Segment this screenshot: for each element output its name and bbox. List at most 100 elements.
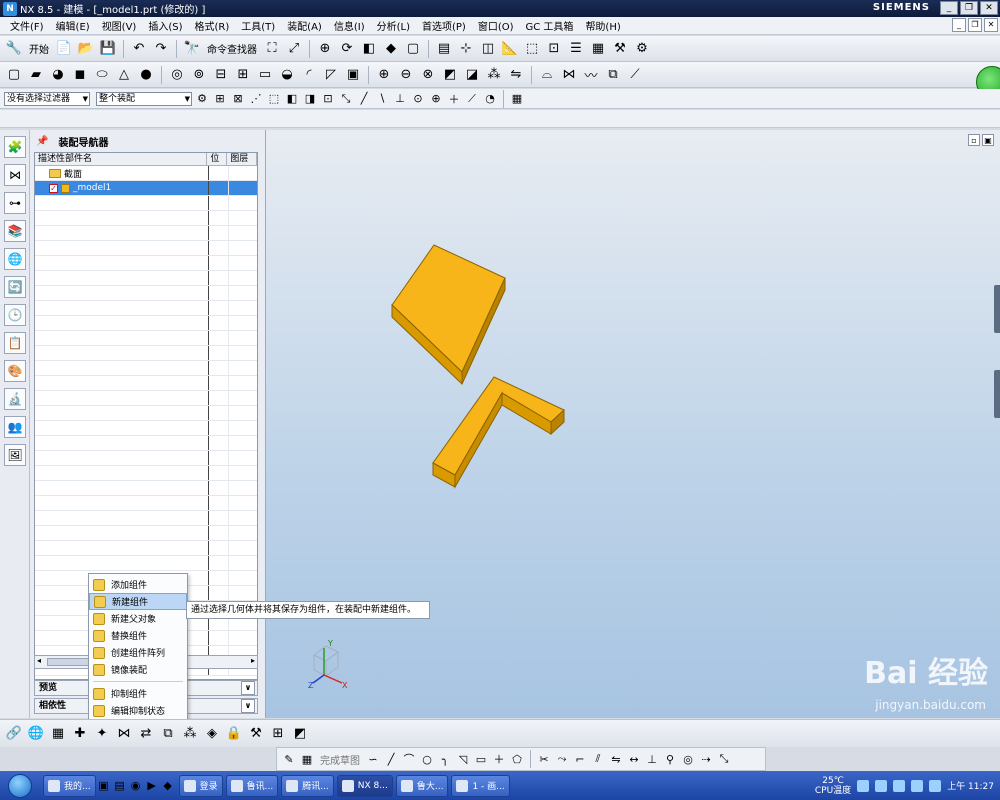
fillet-icon[interactable]: ╮ bbox=[437, 751, 453, 767]
orient-icon[interactable]: ⤢ bbox=[284, 39, 304, 59]
tangent-point-icon[interactable]: ⊥ bbox=[392, 91, 408, 107]
boss-icon[interactable]: ⊚ bbox=[189, 65, 209, 85]
doc-minimize-button[interactable]: _ bbox=[952, 18, 966, 32]
checkbox-checked-icon[interactable]: ✓ bbox=[49, 183, 58, 193]
ime-icon[interactable] bbox=[929, 779, 942, 792]
clearance-icon[interactable]: ◈ bbox=[202, 724, 222, 744]
history-icon[interactable]: 🔄 bbox=[4, 276, 26, 298]
cone-icon[interactable]: △ bbox=[114, 65, 134, 85]
select-icon[interactable]: ⬚ bbox=[522, 39, 542, 59]
through-curves-icon[interactable]: ⋈ bbox=[559, 65, 579, 85]
doc-restore-button[interactable]: ❐ bbox=[968, 18, 982, 32]
assembly-cut-icon[interactable]: ◩ bbox=[290, 724, 310, 744]
face-select-icon[interactable]: ◨ bbox=[302, 91, 318, 107]
profile-icon[interactable]: ∽ bbox=[365, 751, 381, 767]
new-file-icon[interactable]: 📄 bbox=[54, 39, 74, 59]
intersection-point-icon[interactable]: ＋ bbox=[446, 91, 462, 107]
menu-info[interactable]: 信息(I) bbox=[328, 18, 371, 33]
cylinder-icon[interactable]: ⬭ bbox=[92, 65, 112, 85]
quicklaunch-icon[interactable]: ◉ bbox=[128, 778, 144, 794]
type-filter-dropdown[interactable]: 没有选择过滤器 bbox=[4, 91, 90, 106]
menu-gc-toolbox[interactable]: GC 工具箱 bbox=[520, 18, 580, 33]
tree-row-sections[interactable]: 截面 bbox=[35, 166, 257, 181]
sketch-icon[interactable]: ▢ bbox=[4, 65, 24, 85]
point-on-face-icon[interactable]: ◔ bbox=[482, 91, 498, 107]
snap-point-icon[interactable]: ⊡ bbox=[320, 91, 336, 107]
grid-snap-icon[interactable]: ▦ bbox=[509, 91, 525, 107]
process-studio-icon[interactable]: 🔬 bbox=[4, 388, 26, 410]
curve-point-icon[interactable]: ∖ bbox=[374, 91, 390, 107]
taskbar-item-nx[interactable]: NX 8... bbox=[336, 774, 393, 797]
taskbar-item-luxun[interactable]: 鲁讯... bbox=[225, 774, 279, 797]
csys-icon[interactable]: ⊹ bbox=[456, 39, 476, 59]
start-icon[interactable]: 🔧 bbox=[4, 39, 24, 59]
menu-item-mirror-assembly[interactable]: 镜像装配 bbox=[89, 661, 187, 678]
chamfer-icon[interactable]: ◸ bbox=[321, 65, 341, 85]
cpu-temp-widget[interactable]: 25℃ CPU温度 bbox=[815, 776, 851, 796]
slot-icon[interactable]: ▭ bbox=[255, 65, 275, 85]
menu-help[interactable]: 帮助(H) bbox=[579, 18, 626, 33]
quadrant-point-icon[interactable]: ⊕ bbox=[428, 91, 444, 107]
layer-icon[interactable]: ▤ bbox=[434, 39, 454, 59]
draft-icon[interactable]: ⟋ bbox=[625, 65, 645, 85]
clock-history-icon[interactable]: 🕒 bbox=[4, 304, 26, 326]
finish-sketch-icon[interactable]: ▦ bbox=[299, 751, 315, 767]
box-select-icon[interactable]: ⬚ bbox=[266, 91, 282, 107]
clock[interactable]: 上午 11:27 bbox=[947, 779, 994, 792]
line-icon[interactable]: ╱ bbox=[383, 751, 399, 767]
mirror-icon[interactable]: ⇋ bbox=[506, 65, 526, 85]
redo-icon[interactable]: ↷ bbox=[151, 39, 171, 59]
auto-constrain-icon[interactable]: ⚲ bbox=[662, 751, 678, 767]
minimize-button[interactable]: _ bbox=[940, 1, 958, 15]
constraint-icon[interactable]: ⊥ bbox=[644, 751, 660, 767]
point-on-curve-icon[interactable]: ⟋ bbox=[464, 91, 480, 107]
tree-row-model[interactable]: ✓ _model1 bbox=[35, 181, 257, 196]
mid-point-icon[interactable]: ╱ bbox=[356, 91, 372, 107]
convert-reference-icon[interactable]: ⇢ bbox=[698, 751, 714, 767]
unite-icon[interactable]: ⊕ bbox=[374, 65, 394, 85]
graphics-viewport[interactable]: ▫ ▣ Y X Z Bai 经验 jingyan.baidu.com bbox=[266, 130, 1000, 718]
undo-icon[interactable]: ↶ bbox=[129, 39, 149, 59]
pad-icon[interactable]: ⊞ bbox=[233, 65, 253, 85]
menu-window[interactable]: 窗口(O) bbox=[472, 18, 520, 33]
save-icon[interactable]: 💾 bbox=[98, 39, 118, 59]
security-icon[interactable] bbox=[911, 779, 924, 792]
menu-item-edit-suppression[interactable]: 编辑抑制状态 bbox=[89, 702, 187, 719]
taskbar-item-paint[interactable]: 1 - 画... bbox=[451, 774, 510, 797]
revolve-icon[interactable]: ◕ bbox=[48, 65, 68, 85]
center-point-icon[interactable]: ⊙ bbox=[410, 91, 426, 107]
taskbar-item-login[interactable]: 登录 bbox=[178, 774, 223, 797]
start-button[interactable]: 开始 bbox=[26, 41, 52, 56]
display-constraints-icon[interactable]: ◎ bbox=[680, 751, 696, 767]
deselect-icon[interactable]: ⊠ bbox=[230, 91, 246, 107]
menu-item-new-parent[interactable]: 新建父对象 bbox=[89, 610, 187, 627]
surface-icon[interactable]: ⌓ bbox=[537, 65, 557, 85]
shaded-cube-icon[interactable]: ◧ bbox=[359, 39, 379, 59]
column-layer[interactable]: 图层 bbox=[227, 153, 257, 165]
explode-icon[interactable]: ⁂ bbox=[180, 724, 200, 744]
split-body-icon[interactable]: ◪ bbox=[462, 65, 482, 85]
taskbar-item-ludashi[interactable]: 鲁大... bbox=[395, 774, 449, 797]
menu-item-suppress-component[interactable]: 抑制组件 bbox=[89, 685, 187, 702]
roles-icon[interactable]: 👥 bbox=[4, 416, 26, 438]
constraint-tool-icon[interactable]: ⋈ bbox=[114, 724, 134, 744]
mirror-curve-icon[interactable]: ⇋ bbox=[608, 751, 624, 767]
hole-icon[interactable]: ◎ bbox=[167, 65, 187, 85]
menu-insert[interactable]: 插入(S) bbox=[142, 18, 188, 33]
menu-tools[interactable]: 工具(T) bbox=[235, 18, 281, 33]
intersect-icon[interactable]: ⊗ bbox=[418, 65, 438, 85]
palette-icon[interactable]: 🎨 bbox=[4, 360, 26, 382]
web-browser-icon[interactable]: 🌐 bbox=[4, 248, 26, 270]
scroll-thumb[interactable] bbox=[47, 658, 92, 666]
menu-format[interactable]: 格式(R) bbox=[189, 18, 236, 33]
feature-select-icon[interactable]: ⋰ bbox=[248, 91, 264, 107]
wave-icon[interactable]: 🌐 bbox=[26, 724, 46, 744]
rotate-icon[interactable]: ⟳ bbox=[337, 39, 357, 59]
offset-curve-icon[interactable]: ⫽ bbox=[590, 751, 606, 767]
dimension-icon[interactable]: ↔ bbox=[626, 751, 642, 767]
menu-view[interactable]: 视图(V) bbox=[96, 18, 143, 33]
edge-blend-icon[interactable]: ◜ bbox=[299, 65, 319, 85]
menu-item-add-component[interactable]: 添加组件 bbox=[89, 576, 187, 593]
assembly-navigator-icon[interactable]: 🧩 bbox=[4, 136, 26, 158]
new-component-tool-icon[interactable]: ✦ bbox=[92, 724, 112, 744]
